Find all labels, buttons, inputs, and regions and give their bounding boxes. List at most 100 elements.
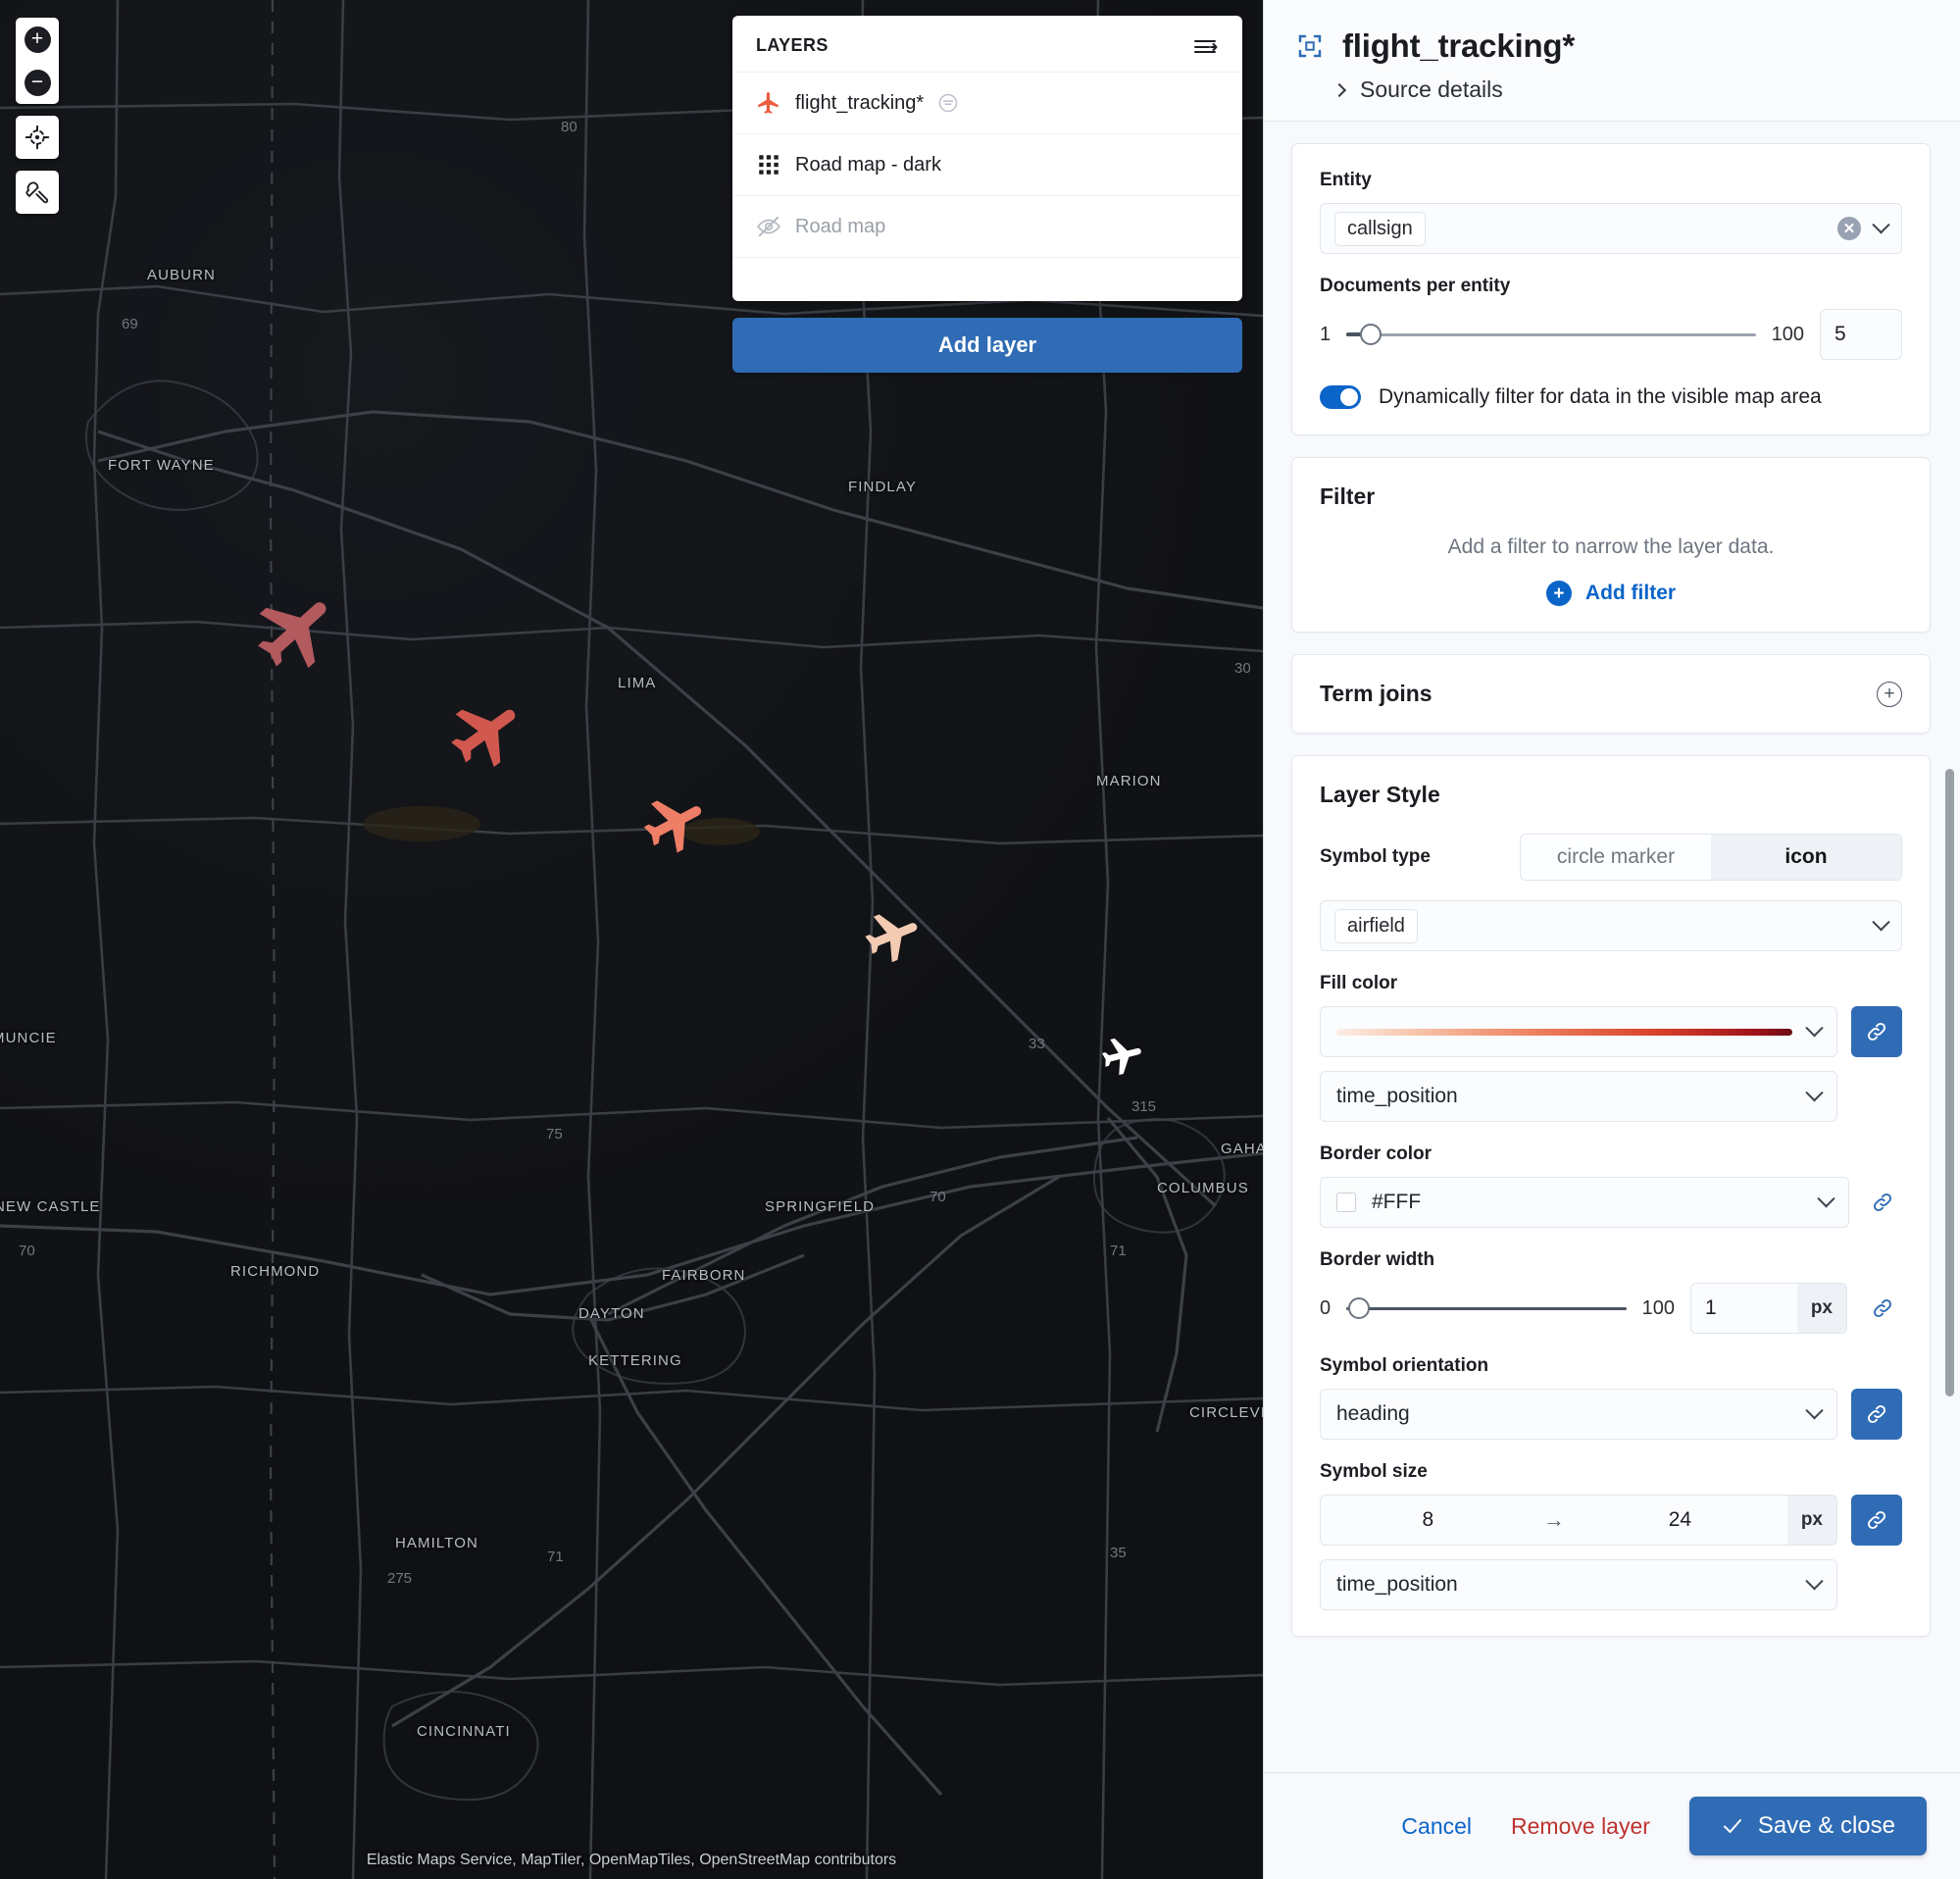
map-canvas[interactable]: 80 69 30 33 315 75 70 70 71 35 71 275 AU… — [0, 0, 1263, 1879]
minus-icon: − — [25, 70, 51, 96]
add-layer-button[interactable]: Add layer — [732, 318, 1242, 373]
symbol-type-segmented: circle marker icon — [1520, 834, 1902, 881]
grid-icon — [756, 152, 781, 178]
slider-max-label: 100 — [1772, 324, 1804, 346]
chevron-down-icon[interactable] — [1805, 1572, 1823, 1590]
border-color-label: Border color — [1320, 1143, 1902, 1165]
highway-label: 275 — [387, 1570, 412, 1587]
zoom-in-button[interactable]: + — [16, 18, 59, 61]
highway-label: 70 — [19, 1243, 35, 1259]
highway-label: 75 — [546, 1126, 563, 1143]
border-width-label: Border width — [1320, 1249, 1902, 1271]
term-joins-card: Term joins + — [1291, 654, 1931, 734]
color-swatch — [1336, 1193, 1356, 1212]
add-filter-button[interactable]: + Add filter — [1320, 581, 1902, 606]
link-icon — [1865, 1402, 1888, 1426]
symbol-size-field-value: time_position — [1336, 1573, 1458, 1597]
documents-slider[interactable] — [1346, 324, 1756, 345]
symbol-type-option-icon[interactable]: icon — [1711, 835, 1901, 880]
fill-color-link-button[interactable] — [1851, 1006, 1902, 1057]
wrench-icon — [25, 179, 50, 205]
link-icon — [1871, 1191, 1894, 1214]
symbol-size-link-button[interactable] — [1851, 1495, 1902, 1546]
entity-label: Entity — [1320, 170, 1902, 191]
source-card: Entity callsign ✕ Documents per entity 1 — [1291, 143, 1931, 435]
slider-min-label: 0 — [1320, 1297, 1331, 1320]
entity-select[interactable]: callsign ✕ — [1320, 203, 1902, 254]
save-and-close-label: Save & close — [1758, 1812, 1895, 1840]
border-width-row: 0 100 1 px — [1320, 1283, 1902, 1334]
layer-row[interactable]: Road map — [732, 196, 1242, 258]
dynamic-filter-row: Dynamically filter for data in the visib… — [1320, 385, 1902, 409]
highway-label: 69 — [122, 316, 138, 332]
slider-track — [1346, 1307, 1627, 1310]
symbol-orientation-select[interactable]: heading — [1320, 1389, 1837, 1440]
fill-color-field-select[interactable]: time_position — [1320, 1071, 1837, 1122]
chevron-down-icon[interactable] — [1805, 1019, 1823, 1037]
zoom-out-button[interactable]: − — [16, 61, 59, 104]
color-ramp-reds — [1336, 1029, 1792, 1036]
border-color-select[interactable]: #FFF — [1320, 1177, 1849, 1228]
layer-name: flight_tracking* — [795, 92, 924, 115]
dynamic-filter-toggle[interactable] — [1320, 385, 1361, 409]
symbol-size-range[interactable]: 8 → 24 px — [1320, 1495, 1837, 1546]
symbol-orientation-link-button[interactable] — [1851, 1389, 1902, 1440]
filter-card: Filter Add a filter to narrow the layer … — [1291, 457, 1931, 633]
symbol-size-min-input[interactable]: 8 — [1321, 1496, 1535, 1545]
plus-outline-icon[interactable]: + — [1877, 682, 1902, 707]
map-marker-plane[interactable] — [641, 789, 710, 858]
symbol-orientation-row: heading — [1320, 1389, 1902, 1440]
slider-knob[interactable] — [1360, 324, 1382, 345]
chevron-down-icon[interactable] — [1805, 1401, 1823, 1419]
symbol-size-max-input[interactable]: 24 — [1573, 1496, 1787, 1545]
layer-row[interactable]: Road map - dark — [732, 134, 1242, 196]
highway-label: 80 — [561, 119, 578, 135]
symbol-orientation-value: heading — [1336, 1402, 1410, 1426]
fill-color-gradient-select[interactable] — [1320, 1006, 1837, 1057]
highway-label: 70 — [930, 1189, 946, 1205]
chevron-down-icon[interactable] — [1805, 1084, 1823, 1101]
chevron-down-icon[interactable] — [1817, 1190, 1834, 1207]
map-marker-plane[interactable] — [252, 586, 342, 677]
border-color-link-button[interactable] — [1863, 1177, 1902, 1228]
collapse-panel-icon[interactable] — [1193, 36, 1219, 56]
symbol-type-option-circle-marker[interactable]: circle marker — [1521, 835, 1711, 880]
save-and-close-button[interactable]: Save & close — [1689, 1797, 1927, 1855]
documents-per-entity-row: 1 100 5 — [1320, 309, 1902, 360]
border-width-slider[interactable] — [1346, 1297, 1627, 1319]
plus-icon: + — [25, 26, 51, 53]
chevron-down-icon[interactable] — [1872, 216, 1889, 233]
source-details-toggle[interactable]: Source details — [1334, 76, 1921, 103]
panel-body[interactable]: Entity callsign ✕ Documents per entity 1 — [1264, 121, 1960, 1772]
tools-button[interactable] — [16, 171, 59, 214]
filter-icon[interactable] — [937, 92, 959, 114]
remove-layer-button[interactable]: Remove layer — [1511, 1813, 1650, 1840]
panel-scrollbar[interactable] — [1945, 769, 1954, 1397]
layers-panel: LAYERS flight_tracking* — [732, 16, 1242, 301]
eye-off-icon — [756, 214, 781, 239]
map-marker-plane[interactable] — [447, 693, 528, 774]
layer-row[interactable]: flight_tracking* — [732, 73, 1242, 134]
map-marker-plane[interactable] — [1100, 1034, 1145, 1079]
documents-value-input[interactable]: 5 — [1820, 309, 1902, 360]
layers-panel-footer-space — [732, 258, 1242, 301]
chevron-right-icon — [1332, 82, 1346, 96]
icon-select[interactable]: airfield — [1320, 900, 1902, 951]
cancel-button[interactable]: Cancel — [1401, 1813, 1472, 1840]
highway-label: 71 — [1110, 1243, 1127, 1259]
symbol-size-label: Symbol size — [1320, 1461, 1902, 1483]
map-attribution: Elastic Maps Service, MapTiler, OpenMapT… — [0, 1852, 1263, 1869]
clear-icon[interactable]: ✕ — [1837, 217, 1861, 240]
border-width-link-button[interactable] — [1863, 1283, 1902, 1334]
border-width-input[interactable]: 1 px — [1690, 1283, 1847, 1334]
chevron-down-icon[interactable] — [1872, 913, 1889, 931]
slider-knob[interactable] — [1348, 1297, 1370, 1319]
symbol-type-label: Symbol type — [1320, 846, 1431, 868]
symbol-size-field-select[interactable]: time_position — [1320, 1559, 1837, 1610]
fill-color-label: Fill color — [1320, 973, 1902, 994]
fit-to-data-button[interactable] — [16, 116, 59, 159]
target-icon — [25, 125, 50, 150]
link-icon — [1865, 1020, 1888, 1043]
slider-max-label: 100 — [1642, 1297, 1675, 1320]
map-marker-plane[interactable] — [863, 906, 924, 967]
